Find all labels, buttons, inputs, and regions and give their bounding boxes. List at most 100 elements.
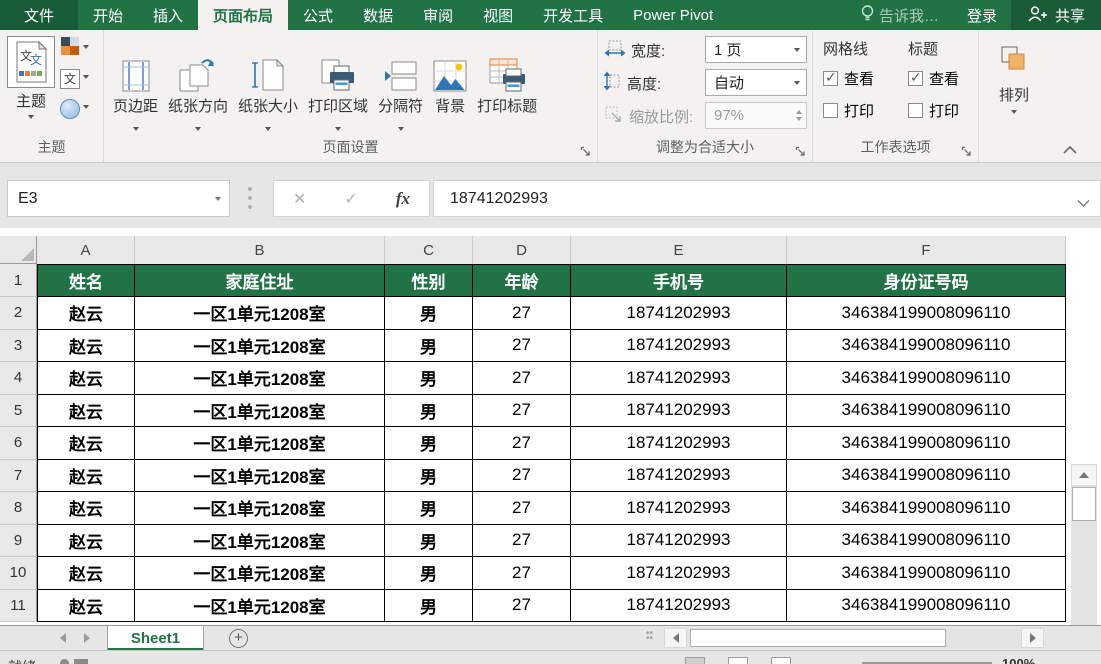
- cell-C9[interactable]: 男: [385, 525, 473, 558]
- zoom-level[interactable]: 100%: [1002, 656, 1035, 664]
- sign-in-button[interactable]: 登录: [953, 0, 1011, 30]
- cell-D4[interactable]: 27: [473, 362, 571, 395]
- cell-C8[interactable]: 男: [385, 492, 473, 525]
- col-header-B[interactable]: B: [135, 236, 385, 264]
- cell-C11[interactable]: 男: [385, 590, 473, 623]
- tab-home[interactable]: 开始: [78, 0, 138, 30]
- cell-B9[interactable]: 一区1单元1208室: [135, 525, 385, 558]
- cell-D3[interactable]: 27: [473, 330, 571, 363]
- row-header-8[interactable]: 8: [0, 492, 37, 525]
- cell-E2[interactable]: 18741202993: [571, 297, 787, 330]
- select-all-corner[interactable]: [0, 236, 37, 264]
- col-header-D[interactable]: D: [473, 236, 571, 264]
- row-header-5[interactable]: 5: [0, 395, 37, 428]
- cell-B7[interactable]: 一区1单元1208室: [135, 460, 385, 493]
- cell-E10[interactable]: 18741202993: [571, 557, 787, 590]
- col-header-A[interactable]: A: [37, 236, 135, 264]
- checkbox-unchecked[interactable]: [908, 103, 923, 118]
- sheet-tab-sheet1[interactable]: Sheet1: [107, 626, 204, 651]
- normal-view-icon[interactable]: [685, 657, 705, 664]
- horizontal-scroll-thumb[interactable]: [690, 629, 946, 647]
- cell-A6[interactable]: 赵云: [37, 427, 135, 460]
- cell-E9[interactable]: 18741202993: [571, 525, 787, 558]
- row-header-10[interactable]: 10: [0, 557, 37, 590]
- formula-bar-splitter[interactable]: •••: [246, 185, 254, 212]
- cell-A3[interactable]: 赵云: [37, 330, 135, 363]
- cell-C2[interactable]: 男: [385, 297, 473, 330]
- cell-A11[interactable]: 赵云: [37, 590, 135, 623]
- vertical-scroll-thumb[interactable]: [1072, 487, 1096, 521]
- row-header-3[interactable]: 3: [0, 330, 37, 363]
- paper-size-button[interactable]: 纸张大小: [233, 34, 303, 129]
- cell-E7[interactable]: 18741202993: [571, 460, 787, 493]
- row-header-7[interactable]: 7: [0, 460, 37, 493]
- cell-E6[interactable]: 18741202993: [571, 427, 787, 460]
- cell-B8[interactable]: 一区1单元1208室: [135, 492, 385, 525]
- cell-A4[interactable]: 赵云: [37, 362, 135, 395]
- col-header-C[interactable]: C: [385, 236, 473, 264]
- scale-spinner-arrows[interactable]: [796, 107, 802, 124]
- print-area-button[interactable]: 打印区域: [303, 34, 373, 129]
- scrollbar-resize-handle[interactable]: ••••: [646, 631, 653, 641]
- row-header-2[interactable]: 2: [0, 297, 37, 330]
- new-sheet-icon[interactable]: +: [229, 629, 248, 648]
- width-dropdown[interactable]: 1 页: [705, 36, 807, 63]
- cell-F10[interactable]: 346384199008096110: [787, 557, 1066, 590]
- cell-D9[interactable]: 27: [473, 525, 571, 558]
- cell-A10[interactable]: 赵云: [37, 557, 135, 590]
- name-box-dropdown-arrow[interactable]: [215, 197, 221, 204]
- cell-E1[interactable]: 手机号: [571, 264, 787, 297]
- theme-fonts-button[interactable]: 文: [60, 66, 89, 91]
- scroll-right-icon[interactable]: [1021, 628, 1044, 648]
- cancel-icon[interactable]: ✕: [293, 189, 306, 209]
- cell-A9[interactable]: 赵云: [37, 525, 135, 558]
- tab-page-layout[interactable]: 页面布局: [198, 0, 288, 30]
- margins-button[interactable]: 页边距: [108, 34, 163, 129]
- cell-C3[interactable]: 男: [385, 330, 473, 363]
- cell-D5[interactable]: 27: [473, 395, 571, 428]
- enter-icon[interactable]: ✓: [344, 189, 357, 209]
- cell-B3[interactable]: 一区1单元1208室: [135, 330, 385, 363]
- cell-F6[interactable]: 346384199008096110: [787, 427, 1066, 460]
- orientation-button[interactable]: 纸张方向: [163, 34, 233, 129]
- cell-E5[interactable]: 18741202993: [571, 395, 787, 428]
- cell-F2[interactable]: 346384199008096110: [787, 297, 1066, 330]
- formula-input[interactable]: 18741202993: [433, 180, 1101, 217]
- cell-C7[interactable]: 男: [385, 460, 473, 493]
- row-header-4[interactable]: 4: [0, 362, 37, 395]
- cell-D8[interactable]: 27: [473, 492, 571, 525]
- cell-E8[interactable]: 18741202993: [571, 492, 787, 525]
- cell-F7[interactable]: 346384199008096110: [787, 460, 1066, 493]
- cell-F11[interactable]: 346384199008096110: [787, 590, 1066, 623]
- breaks-button[interactable]: 分隔符: [373, 34, 428, 129]
- cell-B6[interactable]: 一区1单元1208室: [135, 427, 385, 460]
- cell-D10[interactable]: 27: [473, 557, 571, 590]
- cell-D7[interactable]: 27: [473, 460, 571, 493]
- page-break-view-icon[interactable]: [771, 657, 791, 664]
- col-header-E[interactable]: E: [571, 236, 787, 264]
- height-dropdown[interactable]: 自动: [705, 69, 807, 96]
- col-header-F[interactable]: F: [787, 236, 1066, 264]
- tab-insert[interactable]: 插入: [138, 0, 198, 30]
- cell-C5[interactable]: 男: [385, 395, 473, 428]
- cell-F4[interactable]: 346384199008096110: [787, 362, 1066, 395]
- cell-C4[interactable]: 男: [385, 362, 473, 395]
- checkbox-unchecked[interactable]: [823, 103, 838, 118]
- row-header-11[interactable]: 11: [0, 590, 37, 623]
- arrange-button[interactable]: 排列: [987, 36, 1041, 117]
- sheet-options-dialog-launcher-icon[interactable]: [961, 144, 973, 156]
- cell-B11[interactable]: 一区1单元1208室: [135, 590, 385, 623]
- collapse-ribbon-icon[interactable]: [1062, 142, 1082, 158]
- tab-view[interactable]: 视图: [468, 0, 528, 30]
- cell-C10[interactable]: 男: [385, 557, 473, 590]
- theme-effects-button[interactable]: [60, 96, 89, 121]
- tab-data[interactable]: 数据: [348, 0, 408, 30]
- cell-F1[interactable]: 身份证号码: [787, 264, 1066, 297]
- cell-D1[interactable]: 年龄: [473, 264, 571, 297]
- tell-me-box[interactable]: 告诉我…: [847, 0, 953, 30]
- macro-record-icon[interactable]: [60, 659, 69, 664]
- row-header-1[interactable]: 1: [0, 264, 37, 297]
- cell-B10[interactable]: 一区1单元1208室: [135, 557, 385, 590]
- horizontal-scrollbar[interactable]: [664, 628, 1044, 648]
- checkbox-checked[interactable]: [908, 71, 923, 86]
